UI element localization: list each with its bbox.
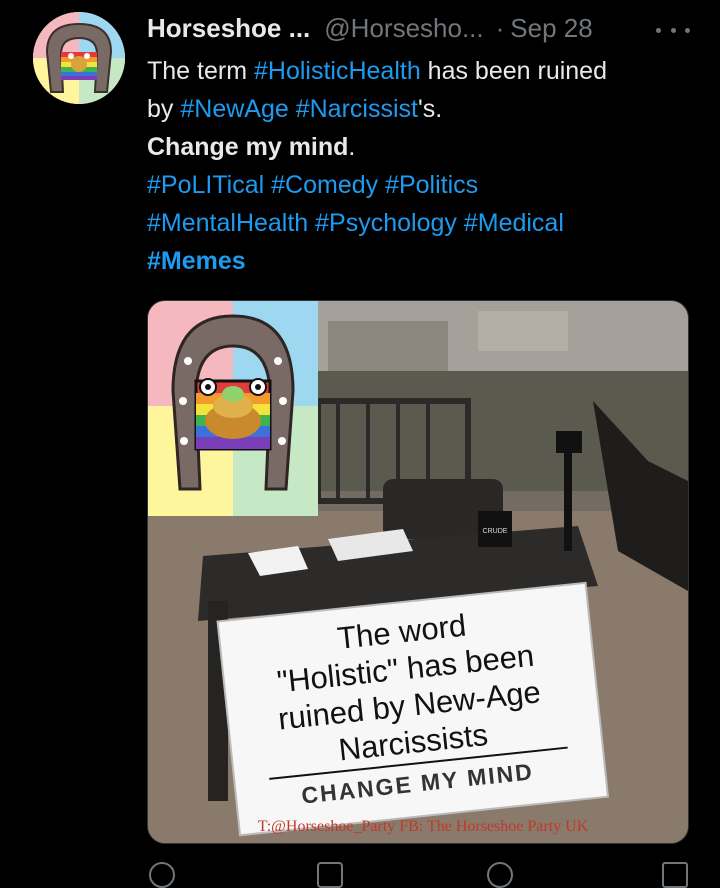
hashtag-memes[interactable]: #Memes: [147, 242, 692, 280]
mug-label: CRUDE: [483, 528, 508, 535]
tweet-line: by #NewAge #Narcissist's.: [147, 90, 692, 128]
bold-text: Change my mind: [147, 133, 349, 161]
tweet-actions: [147, 862, 688, 888]
hashtag-line[interactable]: #PoLITical #Comedy #Politics: [147, 166, 692, 204]
text-segment: has been ruined: [420, 57, 607, 85]
tweet-line: Change my mind.: [147, 128, 692, 166]
reply-icon[interactable]: [149, 862, 175, 888]
horseshoe-logo-icon: [33, 12, 125, 104]
text-segment: 's.: [417, 95, 443, 123]
meme-image: CRUDE The word "Holistic" has been ruine…: [148, 301, 688, 843]
heart-icon[interactable]: [487, 862, 513, 888]
hashtag-holistichealth[interactable]: #HolisticHealth: [254, 57, 421, 85]
hashtag-line[interactable]: #MentalHealth #Psychology #Medical: [147, 204, 692, 242]
tweet-text: The term #HolisticHealth has been ruined…: [147, 52, 692, 280]
separator-dot: ·: [495, 12, 505, 43]
tweet[interactable]: Horseshoe ... @Horsesho... · Sep 28 The …: [0, 0, 720, 888]
display-name[interactable]: Horseshoe ...: [147, 13, 310, 44]
text-segment: The term: [147, 57, 254, 85]
text-segment: by: [147, 95, 181, 123]
retweet-icon[interactable]: [317, 862, 343, 888]
avatar[interactable]: [33, 12, 125, 104]
hashtag-newage[interactable]: #NewAge: [180, 95, 288, 123]
tweet-line: The term #HolisticHealth has been ruined: [147, 52, 692, 90]
share-icon[interactable]: [662, 862, 688, 888]
text-segment: .: [348, 133, 356, 161]
more-horizontal-icon[interactable]: [656, 18, 690, 42]
change-my-mind-sign: The word "Holistic" has been ruined by N…: [216, 581, 610, 837]
tweet-header: Horseshoe ... @Horsesho... · Sep 28: [147, 10, 700, 46]
tweet-date[interactable]: Sep 28: [510, 13, 592, 44]
watermark-text: T:@Horseshoe_Party FB: The Horseshoe Par…: [258, 818, 589, 835]
hashtag-narcissist[interactable]: #Narcissist: [296, 95, 418, 123]
user-handle[interactable]: @Horsesho...: [324, 13, 483, 44]
tweet-media-image[interactable]: CRUDE The word "Holistic" has been ruine…: [147, 300, 689, 844]
